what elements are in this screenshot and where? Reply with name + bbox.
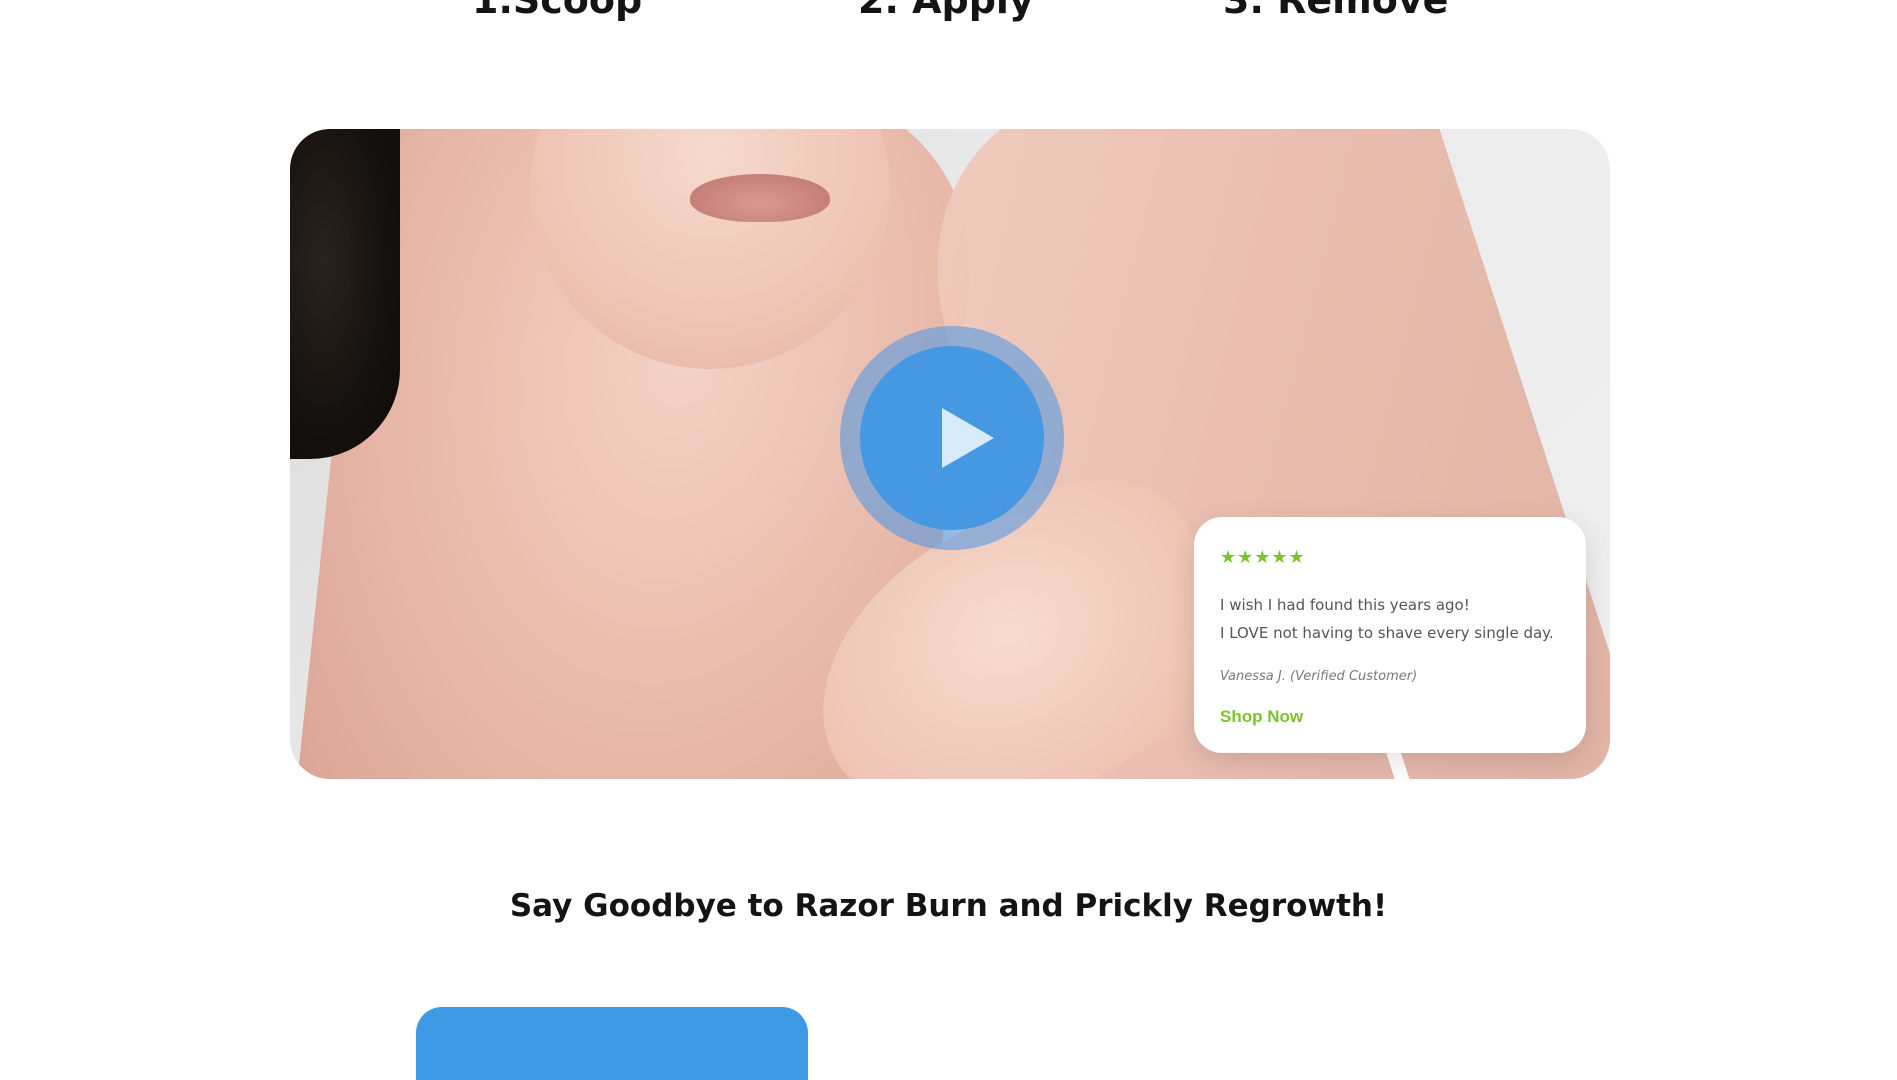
page: 1.Scoop 2. Apply 3. Remove ★★★★★ I wish … [0,0,1897,1080]
star-rating-icon: ★★★★★ [1220,547,1306,568]
steps-row: 1.Scoop 2. Apply 3. Remove [0,0,1897,24]
play-icon[interactable] [928,402,1000,474]
review-text: I wish I had found this years ago! I LOV… [1220,591,1580,647]
reviewer-name: Vanessa J. (Verified Customer) [1220,669,1418,684]
step-1-title: 1.Scoop [472,0,643,22]
review-line-1: I wish I had found this years ago! [1220,596,1470,614]
video-card[interactable]: ★★★★★ I wish I had found this years ago!… [290,129,1610,779]
step-2-title: 2. Apply [858,0,1034,22]
blue-feature-card [416,1007,808,1080]
step-3-title: 3. Remove [1223,0,1449,22]
shop-now-link[interactable]: Shop Now [1220,707,1303,727]
play-button-core[interactable] [860,346,1044,530]
thumbnail-lips [690,174,830,222]
section-headline: Say Goodbye to Razor Burn and Prickly Re… [509,888,1388,924]
review-line-2: I LOVE not having to shave every single … [1220,624,1554,642]
review-card: ★★★★★ I wish I had found this years ago!… [1194,517,1586,753]
thumbnail-hair [290,129,400,459]
play-button[interactable] [840,326,1064,550]
